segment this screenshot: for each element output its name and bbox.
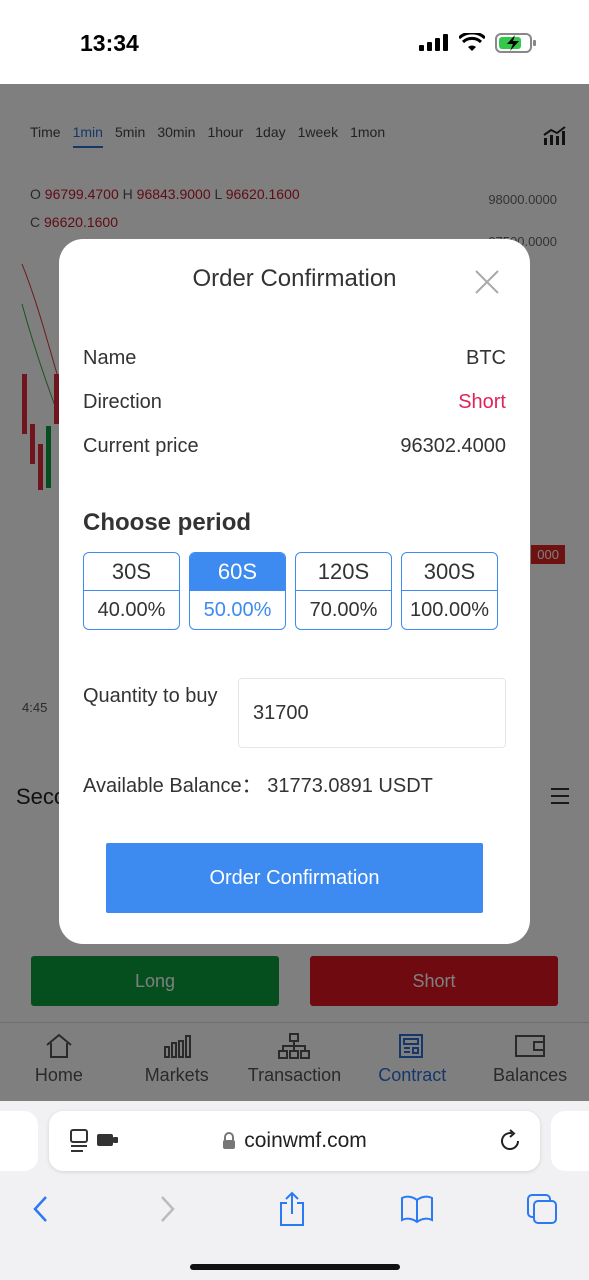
price-row: Current price 96302.4000	[83, 435, 506, 458]
balance-label: Available Balance：	[83, 775, 262, 797]
modal-title: Order Confirmation	[192, 265, 397, 292]
browser-toolbar	[0, 1181, 589, 1280]
name-row: Name BTC	[83, 347, 506, 370]
period-option-60s[interactable]: 60S 50.00%	[189, 552, 286, 630]
tabs-icon	[527, 1194, 557, 1224]
book-icon	[401, 1195, 433, 1223]
lock-icon	[223, 1132, 236, 1149]
signal-icon	[419, 34, 448, 51]
period-option-300s[interactable]: 300S 100.00%	[401, 552, 498, 630]
home-indicator	[190, 1264, 400, 1270]
period-options: 30S 40.00% 60S 50.00% 120S 70.00% 300S 1…	[83, 552, 498, 630]
current-price-label: Current price	[83, 435, 199, 457]
direction-row: Direction Short	[83, 391, 506, 414]
bookmarks-button[interactable]	[397, 1189, 437, 1229]
quantity-label: Quantity to buy	[83, 685, 218, 707]
forward-button[interactable]	[148, 1189, 188, 1229]
share-button[interactable]	[272, 1189, 312, 1229]
period-option-120s[interactable]: 120S 70.00%	[295, 552, 392, 630]
reload-icon[interactable]	[498, 1129, 522, 1153]
available-balance: Available Balance： 31773.0891 USDT	[83, 769, 433, 798]
direction-value: Short	[458, 391, 506, 413]
status-icons	[419, 32, 537, 54]
choose-period-title: Choose period	[83, 509, 252, 536]
order-confirmation-button[interactable]: Order Confirmation	[106, 843, 483, 913]
name-label: Name	[83, 347, 137, 369]
prev-tab-peek[interactable]	[0, 1111, 38, 1171]
order-confirmation-modal: Order Confirmation Name BTC Direction Sh…	[59, 239, 530, 944]
quantity-input[interactable]	[238, 678, 506, 748]
battery-charging-icon	[495, 33, 536, 53]
period-option-30s[interactable]: 30S 40.00%	[83, 552, 180, 630]
address-bar[interactable]: coinwmf.com	[49, 1111, 540, 1171]
name-value: BTC	[466, 347, 506, 369]
current-price-value: 96302.4000	[400, 435, 506, 457]
chevron-right-icon	[161, 1196, 175, 1222]
status-time: 13:34	[80, 30, 139, 56]
share-icon	[280, 1191, 304, 1226]
back-button[interactable]	[20, 1189, 60, 1229]
balance-value: 31773.0891 USDT	[267, 775, 433, 797]
browser-url-area: coinwmf.com	[0, 1101, 589, 1181]
next-tab-peek[interactable]	[551, 1111, 589, 1171]
url-text-wrap: coinwmf.com	[49, 1111, 540, 1171]
url-text: coinwmf.com	[244, 1129, 367, 1152]
direction-label: Direction	[83, 391, 162, 413]
close-icon[interactable]	[474, 269, 500, 295]
status-bar: 13:34	[0, 0, 589, 84]
chevron-left-icon	[33, 1196, 47, 1222]
tabs-button[interactable]	[522, 1189, 562, 1229]
wifi-icon	[459, 33, 485, 51]
